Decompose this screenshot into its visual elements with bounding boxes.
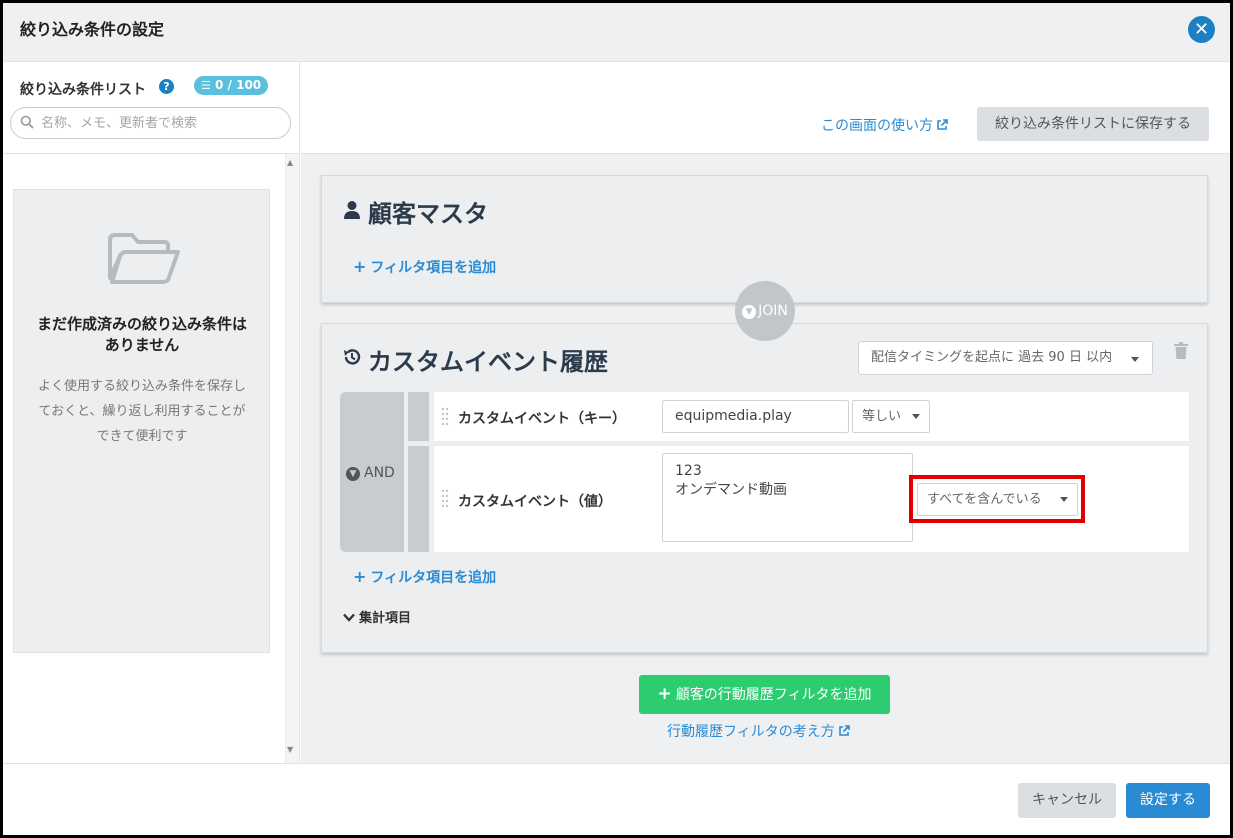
- add-filter-label: フィルタ項目を追加: [370, 260, 497, 276]
- event-value-textarea[interactable]: 123 オンデマンド動画: [662, 453, 913, 542]
- event-key-operator-value: 等しい: [862, 409, 902, 424]
- row-bar: [408, 392, 429, 441]
- list-icon: ☰: [201, 79, 211, 92]
- empty-state-description: よく使用する絞り込み条件を保存しておくと、繰り返し利用することができて便利です: [37, 379, 246, 444]
- close-icon[interactable]: ✕: [1188, 16, 1215, 43]
- drag-handle-icon[interactable]: [441, 407, 449, 427]
- modal-title: 絞り込み条件の設定: [20, 20, 165, 39]
- aggregate-toggle[interactable]: 集計項目: [343, 607, 411, 626]
- filter-list-title: 絞り込み条件リスト: [20, 82, 146, 98]
- custom-event-title: カスタムイベント履歴: [368, 348, 608, 376]
- count-badge: ☰ 0 / 100: [194, 76, 269, 95]
- add-action-filter-button[interactable]: + 顧客の行動履歴フィルタを追加: [639, 675, 890, 714]
- caret-down-icon: [1131, 357, 1139, 362]
- submit-button[interactable]: 設定する: [1126, 783, 1210, 818]
- plus-icon: +: [353, 257, 367, 276]
- scrollbar[interactable]: [285, 154, 299, 763]
- search-box[interactable]: [10, 107, 291, 139]
- search-icon: [20, 115, 34, 129]
- add-action-filter-label: 顧客の行動履歴フィルタを追加: [675, 687, 872, 703]
- cancel-button[interactable]: キャンセル: [1018, 783, 1116, 818]
- external-link-icon: [937, 119, 948, 130]
- drag-handle-icon[interactable]: [441, 489, 449, 509]
- empty-state: まだ作成済みの絞り込み条件はありません よく使用する絞り込み条件を保存しておくと…: [13, 189, 270, 653]
- and-toggle[interactable]: ▼ AND: [346, 465, 395, 481]
- join-label: JOIN: [758, 303, 788, 319]
- trash-icon[interactable]: [1174, 342, 1188, 359]
- howto-link[interactable]: この画面の使い方: [821, 115, 948, 135]
- howto-link-label: この画面の使い方: [821, 118, 933, 134]
- save-to-list-button[interactable]: 絞り込み条件リストに保存する: [977, 107, 1209, 141]
- scroll-up-icon[interactable]: ▲: [287, 158, 293, 167]
- plus-icon: +: [657, 684, 672, 704]
- toolbar: この画面の使い方 絞り込み条件リストに保存する: [301, 62, 1230, 154]
- modal-footer: キャンセル 設定する: [3, 763, 1230, 835]
- chevron-down-icon: ▼: [742, 305, 757, 319]
- filter-list-header: 絞り込み条件リスト ? ☰ 0 / 100: [3, 62, 300, 154]
- add-filter-button-customer[interactable]: + フィルタ項目を追加: [353, 257, 496, 277]
- caret-down-icon: [912, 414, 920, 419]
- customer-master-title: 顧客マスタ: [368, 200, 488, 228]
- search-input[interactable]: [41, 113, 281, 133]
- event-value-line: 123: [675, 463, 702, 479]
- scroll-down-icon[interactable]: ▼: [287, 745, 293, 754]
- join-toggle[interactable]: ▼ JOIN: [735, 281, 795, 341]
- help-icon[interactable]: ?: [159, 79, 174, 94]
- add-filter-button-event[interactable]: + フィルタ項目を追加: [353, 567, 496, 587]
- highlight-box: [909, 475, 1085, 523]
- timing-select-value: 配信タイミングを起点に 過去 90 日 以内: [871, 350, 1113, 365]
- plus-icon: +: [353, 567, 367, 586]
- event-value-line: オンデマンド動画: [675, 482, 787, 498]
- user-icon: [344, 201, 360, 219]
- concept-link[interactable]: 行動履歴フィルタの考え方: [667, 721, 850, 741]
- folder-open-icon: [108, 233, 180, 284]
- concept-link-label: 行動履歴フィルタの考え方: [667, 724, 835, 740]
- timing-select[interactable]: 配信タイミングを起点に 過去 90 日 以内: [858, 341, 1153, 375]
- row-bar: [408, 446, 429, 552]
- add-filter-label: フィルタ項目を追加: [370, 570, 497, 586]
- and-label: AND: [364, 465, 395, 481]
- external-link-icon: [838, 725, 850, 736]
- modal-header: 絞り込み条件の設定 ✕: [3, 3, 1230, 62]
- empty-state-title: まだ作成済みの絞り込み条件はありません: [36, 315, 247, 354]
- count-badge-value: 0 / 100: [215, 78, 262, 92]
- history-icon: [344, 349, 361, 365]
- filter-row-key-label: カスタムイベント（キー）: [458, 411, 626, 427]
- chevron-down-icon: ▼: [346, 467, 360, 481]
- chevron-down-icon: [343, 613, 355, 622]
- filter-row-value-label: カスタムイベント（値）: [458, 494, 612, 510]
- aggregate-label: 集計項目: [359, 611, 412, 626]
- event-key-input[interactable]: equipmedia.play: [662, 400, 849, 433]
